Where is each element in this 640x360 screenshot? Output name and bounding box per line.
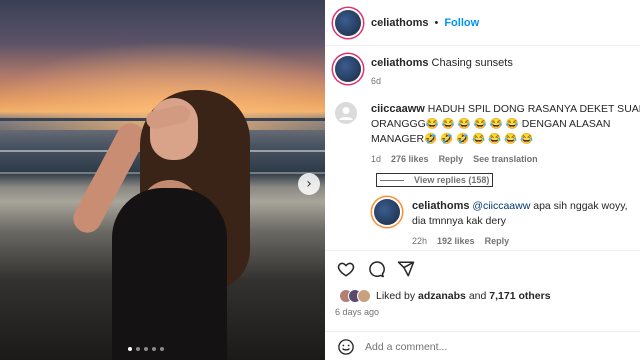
post-header: celiathoms • Follow — [325, 0, 640, 46]
chevron-right-icon[interactable]: › — [298, 173, 320, 195]
view-replies-label: View replies (158) — [414, 175, 490, 185]
likes-count[interactable]: 7,171 others — [489, 290, 550, 302]
avatar[interactable] — [335, 9, 361, 36]
share-icon[interactable] — [397, 260, 415, 278]
comment-age: 1d — [371, 154, 382, 164]
likes-summary: Liked by adzanabs and 7,171 others — [325, 281, 640, 303]
reply-likes[interactable]: 192 likes — [437, 234, 475, 249]
caption: celiathoms Chasing sunsets 6d — [335, 56, 513, 88]
comment: ciiccaaww HADUH SPIL DONG RASANYA DEKET … — [335, 102, 640, 167]
post-footer: Liked by adzanabs and 7,171 others 6 day… — [325, 250, 640, 355]
comment-icon[interactable] — [367, 260, 385, 278]
reply-button[interactable]: Reply — [439, 152, 464, 167]
reply-age: 22h — [412, 236, 428, 246]
follow-button[interactable]: Follow — [444, 17, 479, 29]
avatar[interactable] — [335, 102, 357, 124]
separator: • — [434, 16, 439, 29]
caption-text: Chasing sunsets — [431, 57, 513, 69]
carousel-dot — [128, 347, 132, 351]
avatar[interactable] — [335, 56, 361, 82]
divider — [380, 179, 404, 181]
carousel-dot — [136, 347, 140, 351]
liked-by-prefix: Liked by — [376, 290, 416, 302]
avatar — [357, 289, 371, 303]
see-translation-button[interactable]: See translation — [473, 152, 538, 167]
default-avatar-icon — [339, 107, 353, 120]
comment-placeholder: Add a comment... — [365, 340, 448, 353]
liked-by-and: and — [468, 290, 487, 302]
smile-icon[interactable] — [337, 338, 355, 356]
caption-username[interactable]: celiathoms — [371, 57, 428, 69]
carousel-dot — [152, 347, 156, 351]
view-replies-button[interactable]: View replies (158) — [376, 173, 494, 187]
liked-by-user[interactable]: adzanabs — [418, 290, 466, 302]
mention-link[interactable]: @ciiccaaww — [472, 200, 530, 212]
post-photo[interactable]: › — [0, 0, 325, 360]
reply-username[interactable]: celiathoms — [412, 200, 469, 212]
comment-input[interactable]: Add a comment... — [325, 331, 640, 360]
reply-button[interactable]: Reply — [485, 234, 510, 249]
reply-actions: 22h 192 likes Reply — [412, 234, 632, 249]
carousel-dots — [128, 347, 164, 351]
post-username[interactable]: celiathoms — [371, 17, 428, 29]
comment-username[interactable]: ciiccaaww — [371, 103, 425, 115]
reply-comment: celiathoms @ciiccaaww apa sih nggak woyy… — [374, 199, 632, 249]
caption-age: 6d — [371, 76, 382, 86]
heart-icon[interactable] — [337, 260, 355, 278]
carousel-dot — [144, 347, 148, 351]
person-dress — [112, 188, 227, 360]
post-panel: celiathoms • Follow celiathoms Chasing s… — [325, 0, 640, 360]
post-timestamp: 6 days ago — [335, 307, 380, 317]
comment-actions: 1d 276 likes Reply See translation — [371, 152, 640, 167]
comment-likes[interactable]: 276 likes — [391, 152, 429, 167]
avatar[interactable] — [374, 199, 400, 225]
carousel-dot — [160, 347, 164, 351]
action-bar — [325, 251, 640, 281]
